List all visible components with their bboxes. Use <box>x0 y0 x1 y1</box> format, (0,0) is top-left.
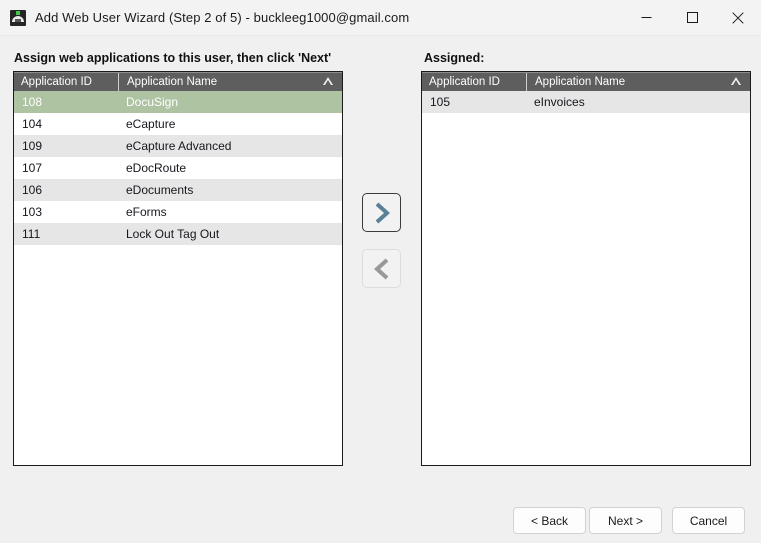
assigned-column-header-application-name[interactable]: Application Name <box>526 72 750 92</box>
assigned-applications-list[interactable]: Application ID Application Name 105 eInvo… <box>421 71 751 466</box>
instruction-text: Assign web applications to this user, th… <box>14 51 332 65</box>
cell-application-id: 107 <box>22 161 43 175</box>
chevron-right-icon <box>375 202 390 223</box>
close-icon <box>732 11 744 24</box>
table-row[interactable]: 105 eInvoices <box>422 91 750 113</box>
cell-application-id: 104 <box>22 117 43 131</box>
assigned-column-header-application-id[interactable]: Application ID <box>422 73 526 92</box>
available-list-header: Application ID Application Name <box>14 72 342 92</box>
chevron-left-icon <box>373 258 388 279</box>
column-header-application-name-label: Application Name <box>127 75 218 88</box>
table-row[interactable]: 106 eDocuments <box>14 179 342 201</box>
cell-application-name: eForms <box>126 205 167 219</box>
available-applications-list[interactable]: Application ID Application Name 108 DocuS… <box>13 71 343 466</box>
cell-application-name: eInvoices <box>534 95 585 109</box>
cell-application-id: 108 <box>22 95 43 109</box>
sort-ascending-icon <box>731 76 741 85</box>
cell-application-name: eCapture Advanced <box>126 139 232 153</box>
available-list-body: 108 DocuSign 104 eCapture 109 eCapture Advanc… <box>14 91 342 245</box>
column-header-application-name[interactable]: Application Name <box>118 72 342 92</box>
table-row[interactable]: 111 Lock Out Tag Out <box>14 223 342 245</box>
table-row[interactable]: 107 eDocRoute <box>14 157 342 179</box>
back-button[interactable]: < Back <box>513 507 586 534</box>
cell-application-name: eCapture <box>126 117 176 131</box>
cell-application-name: DocuSign <box>126 95 179 109</box>
minimize-icon <box>641 17 651 18</box>
next-button[interactable]: Next > <box>589 507 662 534</box>
window-title: Add Web User Wizard (Step 2 of 5) - buck… <box>35 10 410 25</box>
assigned-column-header-application-name-label: Application Name <box>535 75 626 88</box>
app-logo-dot <box>16 10 20 15</box>
maximize-icon <box>686 12 698 23</box>
assigned-list-body: 105 eInvoices <box>422 91 750 113</box>
sort-ascending-icon <box>323 76 333 85</box>
cell-application-id: 106 <box>22 183 43 197</box>
minimize-button[interactable] <box>623 0 669 36</box>
move-right-button[interactable] <box>362 193 401 232</box>
move-left-button[interactable] <box>362 249 401 288</box>
table-row[interactable]: 108 DocuSign <box>14 91 342 113</box>
cancel-button[interactable]: Cancel <box>672 507 745 534</box>
window-controls <box>623 0 761 36</box>
title-bar: Add Web User Wizard (Step 2 of 5) - buck… <box>0 0 761 36</box>
app-logo-arc <box>12 15 24 22</box>
table-row[interactable]: 104 eCapture <box>14 113 342 135</box>
cell-application-id: 105 <box>430 95 451 109</box>
assigned-label: Assigned: <box>424 51 485 65</box>
app-logo-icon <box>10 9 26 26</box>
column-header-application-id[interactable]: Application ID <box>14 73 118 92</box>
close-button[interactable] <box>715 0 761 36</box>
table-row[interactable]: 103 eForms <box>14 201 342 223</box>
cell-application-name: Lock Out Tag Out <box>126 227 220 241</box>
maximize-button[interactable] <box>669 0 715 36</box>
cell-application-id: 103 <box>22 205 43 219</box>
table-row[interactable]: 109 eCapture Advanced <box>14 135 342 157</box>
cell-application-id: 109 <box>22 139 43 153</box>
cell-application-id: 111 <box>22 227 41 241</box>
cell-application-name: eDocuments <box>126 183 194 197</box>
cell-application-name: eDocRoute <box>126 161 187 175</box>
assigned-list-header: Application ID Application Name <box>422 72 750 92</box>
